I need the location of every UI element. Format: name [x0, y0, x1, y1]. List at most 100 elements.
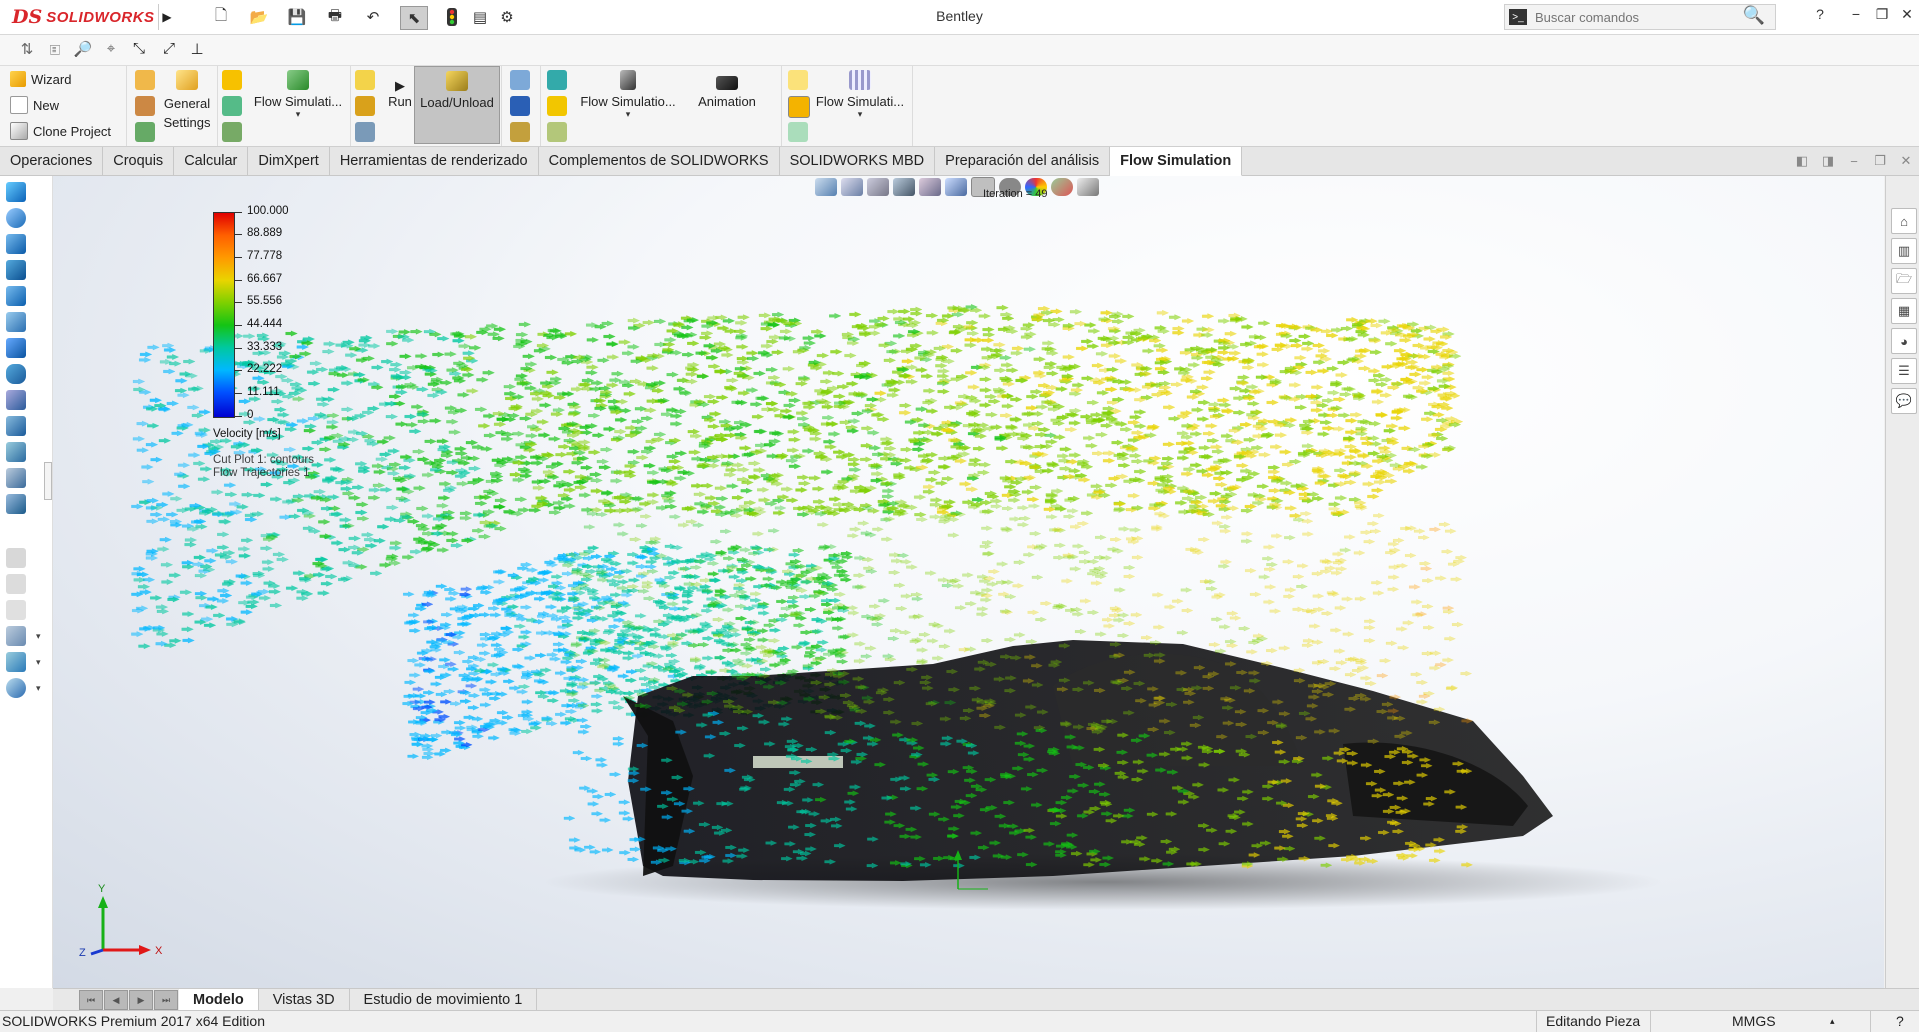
measure-icon[interactable]: ⌖ [100, 40, 122, 60]
clone-project-button[interactable]: Clone Project [10, 120, 111, 142]
results-icon[interactable] [355, 122, 375, 142]
zoom-icon[interactable]: 🔎 [72, 40, 94, 60]
boundary-condition-icon[interactable] [135, 122, 155, 142]
curves-icon[interactable] [6, 678, 26, 698]
menu-expand-arrow-icon[interactable]: ▶ [158, 4, 175, 30]
revolve-icon[interactable] [6, 208, 26, 228]
probe-icon[interactable] [510, 70, 530, 90]
chart-icon[interactable] [510, 122, 530, 142]
previous-view-icon[interactable] [867, 178, 889, 196]
intersect-icon[interactable] [6, 494, 26, 514]
tab-complementos[interactable]: Complementos de SOLIDWORKS [539, 147, 780, 175]
chevron-down-icon[interactable]: ▾ [858, 109, 863, 120]
minimize-button[interactable]: − [1846, 6, 1866, 26]
view-settings-icon[interactable] [1077, 178, 1099, 196]
wrap-icon[interactable] [6, 468, 26, 488]
restore-doc-icon[interactable]: ❐ [1867, 153, 1893, 169]
tab-calcular[interactable]: Calcular [174, 147, 249, 175]
reference-geometry-icon[interactable] [6, 626, 26, 646]
home-icon[interactable]: ⌂ [1891, 208, 1917, 234]
search-icon[interactable]: 🔍 [1743, 5, 1765, 26]
mass-properties-icon[interactable]: ⤢ [158, 40, 180, 60]
tab-dimxpert[interactable]: DimXpert [248, 147, 330, 175]
loft-icon[interactable] [6, 260, 26, 280]
previous-tab-icon[interactable]: ◀ [104, 990, 128, 1010]
extruded-cut-icon[interactable] [6, 312, 26, 332]
solver-monitor-icon[interactable] [355, 96, 375, 116]
boundary-boss-icon[interactable] [6, 286, 26, 306]
view-palette-icon[interactable]: ▦ [1891, 298, 1917, 324]
print-icon[interactable]: 🖶 [324, 6, 346, 28]
last-tab-icon[interactable]: ⏭ [154, 990, 178, 1010]
extrude-icon[interactable] [6, 182, 26, 202]
zoom-to-fit-icon[interactable] [815, 178, 837, 196]
fluid-subdomain-icon[interactable] [135, 96, 155, 116]
tab-estudio-movimiento[interactable]: Estudio de movimiento 1 [350, 989, 538, 1011]
flow-simulation-input-button[interactable]: Flow Simulati... ▾ [248, 66, 348, 144]
first-tab-icon[interactable]: ⏮ [79, 990, 103, 1010]
lightbulb-icon[interactable] [788, 70, 808, 90]
zoom-to-area-icon[interactable] [841, 178, 863, 196]
toolbar-collapse-handle[interactable] [44, 462, 52, 500]
annotation-icon[interactable]: 🗉 [44, 40, 66, 60]
restore-button[interactable]: ❐ [1872, 6, 1892, 26]
section-view-icon[interactable] [893, 178, 915, 196]
tab-preparacion-analisis[interactable]: Preparación del análisis [935, 147, 1111, 175]
tab-vistas-3d[interactable]: Vistas 3D [259, 989, 350, 1011]
chevron-down-icon[interactable]: ▾ [36, 631, 41, 642]
surface-plot-icon[interactable] [547, 96, 567, 116]
tile-right-icon[interactable]: ◨ [1815, 153, 1841, 169]
new-project-button[interactable]: New [10, 94, 59, 116]
fillet-icon[interactable] [6, 338, 26, 358]
shell-icon[interactable] [6, 416, 26, 436]
display-results-icon[interactable] [788, 96, 810, 118]
load-unload-button[interactable]: Load/Unload [414, 66, 500, 144]
chevron-down-icon[interactable]: ▾ [36, 683, 41, 694]
minimize-doc-icon[interactable]: − [1841, 154, 1867, 169]
wizard-button[interactable]: Wizard [10, 68, 71, 90]
tab-modelo[interactable]: Modelo [179, 989, 259, 1011]
options-gear-icon[interactable]: ⚙ [496, 6, 518, 28]
view-orientation-icon[interactable] [945, 178, 967, 196]
smart-dimension-icon[interactable]: ⇅ [16, 40, 38, 60]
chamfer-icon[interactable] [6, 364, 26, 384]
units-label[interactable]: MMGS [1732, 1013, 1776, 1029]
save-icon[interactable]: 💾 [286, 6, 308, 28]
general-settings-button[interactable]: General Settings [159, 66, 215, 144]
dynamic-annotation-icon[interactable] [919, 178, 941, 196]
isosurface-icon[interactable] [547, 122, 567, 142]
mesh-icon[interactable] [222, 96, 242, 116]
tab-flow-simulation[interactable]: Flow Simulation [1110, 147, 1243, 176]
close-button[interactable]: ✕ [1897, 6, 1917, 26]
command-search[interactable]: >_ 🔍 [1504, 4, 1776, 30]
custom-properties-icon[interactable]: ☰ [1891, 358, 1917, 384]
rib-icon[interactable] [6, 390, 26, 410]
chevron-down-icon[interactable]: ▾ [296, 109, 301, 120]
save-results-icon[interactable] [510, 96, 530, 116]
computational-domain-icon[interactable] [135, 70, 155, 90]
help-button[interactable]: ? [1810, 6, 1830, 26]
section-properties-icon[interactable]: ⊥ [186, 40, 208, 60]
goals-icon[interactable] [222, 70, 242, 90]
animation-button[interactable]: Animation [685, 66, 769, 144]
undo-icon[interactable]: ↶ [362, 6, 384, 28]
close-doc-icon[interactable]: ✕ [1893, 153, 1919, 169]
next-tab-icon[interactable]: ▶ [129, 990, 153, 1010]
checkered-flag-icon[interactable] [222, 122, 242, 142]
chevron-down-icon[interactable]: ▾ [626, 109, 631, 120]
tab-croquis[interactable]: Croquis [103, 147, 175, 175]
tab-operaciones[interactable]: Operaciones [0, 147, 104, 175]
sensor-icon[interactable]: ⤡ [128, 40, 150, 60]
sweep-icon[interactable] [6, 234, 26, 254]
status-help-icon[interactable]: ? [1896, 1013, 1904, 1029]
cut-plot-icon[interactable] [547, 70, 567, 90]
search-input[interactable] [1533, 8, 1737, 26]
chevron-down-icon[interactable]: ▾ [36, 657, 41, 668]
forum-icon[interactable]: 💬 [1891, 388, 1917, 414]
new-document-icon[interactable]: 🗋 [210, 6, 232, 28]
solidworks-logo[interactable]: DS SOLIDWORKS [12, 5, 155, 29]
graphics-viewport[interactable]: Iteration = 49 100.000 88.889 77.778 66.… [53, 176, 1884, 988]
tab-herramientas-renderizado[interactable]: Herramientas de renderizado [330, 147, 539, 175]
flow-simulation-results-button[interactable]: Flow Simulatio... ▾ [573, 66, 683, 144]
batch-run-icon[interactable] [355, 70, 375, 90]
